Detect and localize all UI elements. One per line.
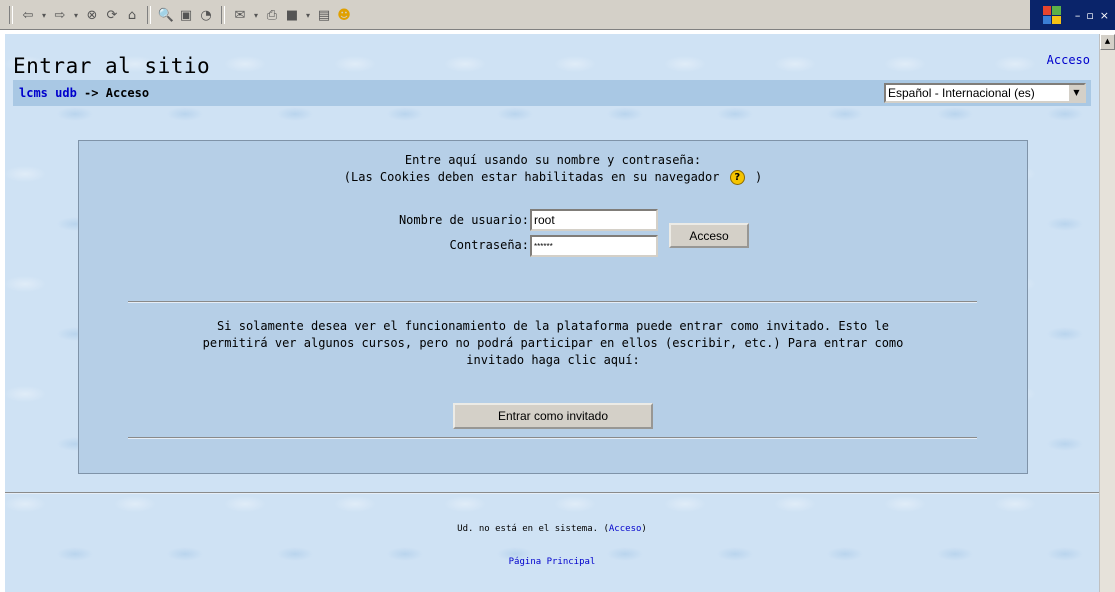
toolbar-separator	[221, 6, 225, 24]
breadcrumb-current: Acceso	[105, 86, 150, 100]
guest-text-line3: invitado haga clic aquí:	[466, 353, 640, 367]
window-controls: – ▫ ×	[1030, 0, 1115, 30]
language-selected-value: Español - Internacional (es)	[888, 86, 1035, 100]
search-icon[interactable]: 🔍	[158, 7, 174, 23]
login-submit-button[interactable]: Acceso	[669, 223, 749, 248]
restore-icon[interactable]: ▫	[1086, 9, 1093, 22]
toolbar-separator	[9, 6, 13, 24]
cookies-note: (Las Cookies deben estar habilitadas en …	[343, 170, 720, 184]
username-input[interactable]	[530, 209, 658, 231]
favorites-icon[interactable]: ▣	[178, 7, 194, 23]
forward-icon[interactable]: ⇨	[52, 7, 68, 23]
forward-dropdown-icon[interactable]: ▾	[72, 11, 80, 20]
mail-dropdown-icon[interactable]: ▾	[252, 11, 260, 20]
divider	[128, 437, 977, 439]
language-select[interactable]: Español - Internacional (es) ▼	[884, 83, 1086, 103]
footer-login-link[interactable]: Acceso	[609, 524, 642, 534]
footer-home-link[interactable]: Página Principal	[5, 557, 1099, 567]
footer-status-close: )	[641, 524, 647, 534]
toolbar-separator	[147, 6, 151, 24]
page-content: Entrar al sitio Acceso lcms udb -> Acces…	[5, 34, 1099, 592]
guest-text-line1: Si solamente desea ver el funcionamiento…	[217, 319, 889, 333]
stop-icon[interactable]: ⊗	[84, 7, 100, 23]
vertical-scrollbar[interactable]: ▲	[1099, 34, 1115, 592]
edit-icon[interactable]: ■	[284, 7, 300, 23]
navbar: lcms udb -> Acceso Español - Internacion…	[13, 80, 1091, 106]
back-icon[interactable]: ⇦	[20, 7, 36, 23]
breadcrumb-home-link[interactable]: lcms udb	[19, 86, 77, 100]
scroll-up-icon[interactable]: ▲	[1100, 34, 1115, 50]
breadcrumb-separator: ->	[84, 86, 99, 100]
edit-dropdown-icon[interactable]: ▾	[304, 11, 312, 20]
page-title: Entrar al sitio	[13, 54, 211, 78]
refresh-icon[interactable]: ⟳	[104, 7, 120, 23]
help-icon[interactable]: ?	[729, 170, 745, 185]
close-icon[interactable]: ×	[1100, 9, 1109, 22]
history-icon[interactable]: ◔	[198, 7, 214, 23]
cookies-note-close: )	[754, 170, 763, 184]
login-box: Entre aquí usando su nombre y contraseña…	[78, 140, 1028, 474]
divider	[128, 301, 977, 303]
discuss-icon[interactable]: ▤	[316, 7, 332, 23]
print-icon[interactable]: ⎙	[264, 7, 280, 23]
messenger-icon[interactable]: ☻	[336, 7, 352, 23]
header-login-link[interactable]: Acceso	[1047, 53, 1090, 67]
mail-icon[interactable]: ✉	[232, 7, 248, 23]
password-label: Contraseña:	[449, 238, 529, 252]
footer-status-text: Ud. no está en el sistema. (	[457, 524, 609, 534]
back-dropdown-icon[interactable]: ▾	[40, 11, 48, 20]
login-intro-line2: (Las Cookies deben estar habilitadas en …	[79, 170, 1027, 185]
password-input[interactable]	[530, 235, 658, 257]
home-icon[interactable]: ⌂	[124, 7, 140, 23]
breadcrumb: lcms udb -> Acceso	[19, 86, 149, 100]
footer-login-status: Ud. no está en el sistema. (Acceso)	[5, 524, 1099, 534]
username-label: Nombre de usuario:	[398, 213, 529, 227]
login-intro-line1: Entre aquí usando su nombre y contraseña…	[404, 153, 702, 167]
guest-text-line2: permitirá ver algunos cursos, pero no po…	[202, 336, 904, 350]
guest-login-button[interactable]: Entrar como invitado	[453, 403, 653, 429]
browser-toolbar: ⇦ ▾ ⇨ ▾ ⊗ ⟳ ⌂ 🔍 ▣ ◔ ✉ ▾ ⎙ ■ ▾ ▤ ☻ – ▫ ×	[0, 0, 1115, 30]
toolbar-buttons: ⇦ ▾ ⇨ ▾ ⊗ ⟳ ⌂ 🔍 ▣ ◔ ✉ ▾ ⎙ ■ ▾ ▤ ☻	[6, 5, 352, 25]
chevron-down-icon[interactable]: ▼	[1068, 85, 1084, 101]
footer-divider	[5, 492, 1099, 494]
minimize-icon[interactable]: –	[1075, 9, 1081, 22]
windows-logo-icon	[1042, 6, 1061, 24]
